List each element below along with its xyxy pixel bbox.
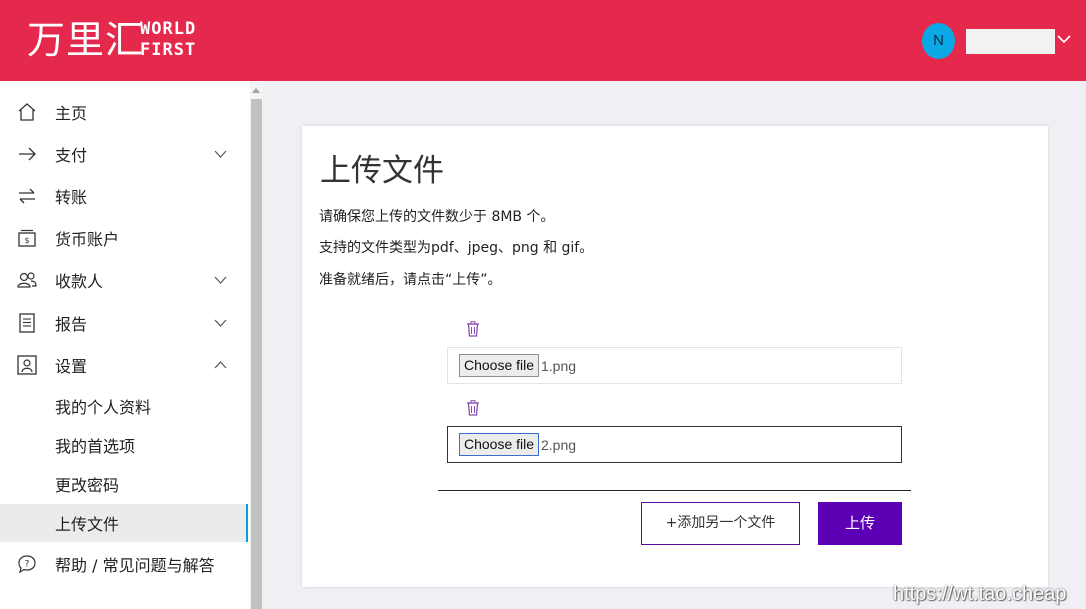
- sidebar-subitem-label: 更改密码: [55, 476, 120, 495]
- sidebar-item-label: 支付: [55, 146, 88, 165]
- document-icon: [19, 313, 35, 333]
- page-title: 上传文件: [320, 153, 444, 189]
- selected-file-name: 2.png: [541, 436, 577, 453]
- sidebar-subitem-preferences[interactable]: 我的首选项: [0, 426, 248, 464]
- trash-icon[interactable]: [466, 321, 480, 337]
- transfer-icon: [19, 188, 35, 204]
- sidebar-item-home[interactable]: 主页: [0, 91, 250, 133]
- people-icon: [17, 272, 37, 288]
- watermark-text: https://wt.tao.cheap: [893, 583, 1067, 605]
- sidebar-item-label: 帮助 / 常见问题与解答: [55, 556, 215, 575]
- arrow-right-icon: [19, 147, 36, 161]
- sidebar-item-help[interactable]: ? 帮助 / 常见问题与解答: [0, 543, 250, 585]
- help-chat-icon: ?: [18, 555, 36, 574]
- file-input-2[interactable]: Choose file 2.png: [447, 426, 902, 463]
- sidebar-subitem-label: 上传文件: [55, 515, 120, 534]
- brand-logo-en: WORLD FIRST: [140, 19, 196, 61]
- brand-logo-en-line1: WORLD: [140, 19, 197, 39]
- sidebar-item-currency-accounts[interactable]: $ 货币账户: [0, 217, 250, 259]
- chevron-down-icon[interactable]: [213, 147, 228, 161]
- selected-file-name: 1.png: [541, 357, 577, 374]
- chevron-up-icon[interactable]: [213, 358, 228, 372]
- upload-button[interactable]: 上传: [818, 502, 902, 545]
- sidebar-subitem-upload-files[interactable]: 上传文件: [0, 504, 248, 542]
- sidebar-item-label: 货币账户: [55, 230, 120, 249]
- wallet-icon: $: [18, 229, 36, 247]
- active-indicator: [246, 504, 248, 542]
- sidebar-subitem-change-password[interactable]: 更改密码: [0, 465, 248, 503]
- sidebar: 主页 支付 转账 $ 货币账户 收款人 报告 设置 我的个人资料 我的首选项 更…: [0, 81, 250, 609]
- brand-logo-en-line2: FIRST: [140, 40, 197, 60]
- sidebar-subitem-label: 我的首选项: [55, 437, 136, 456]
- upload-files-card: 上传文件 请确保您上传的文件数少于 8MB 个。 支持的文件类型为pdf、jpe…: [302, 126, 1048, 587]
- sidebar-subitem-label: 我的个人资料: [55, 398, 152, 417]
- choose-file-button[interactable]: Choose file: [459, 433, 539, 456]
- upload-types-note: 支持的文件类型为pdf、jpeg、png 和 gif。: [319, 240, 594, 256]
- sidebar-item-label: 收款人: [55, 272, 104, 291]
- trash-icon[interactable]: [466, 400, 480, 416]
- sidebar-item-label: 报告: [55, 315, 88, 334]
- brand-logo-cn[interactable]: 万里汇: [27, 18, 144, 62]
- choose-file-button[interactable]: Choose file: [459, 354, 539, 377]
- sidebar-item-label: 设置: [55, 357, 88, 376]
- chevron-down-icon[interactable]: [213, 273, 228, 287]
- sidebar-item-reports[interactable]: 报告: [0, 302, 250, 344]
- sidebar-subitem-profile[interactable]: 我的个人资料: [0, 387, 248, 425]
- user-name-field[interactable]: [966, 29, 1055, 54]
- sidebar-item-transfer[interactable]: 转账: [0, 175, 250, 217]
- divider: [438, 490, 911, 491]
- sidebar-item-label: 主页: [55, 104, 88, 123]
- upload-size-note: 请确保您上传的文件数少于 8MB 个。: [319, 209, 555, 225]
- add-another-file-button[interactable]: +添加另一个文件: [641, 502, 800, 545]
- sidebar-item-payees[interactable]: 收款人: [0, 259, 250, 301]
- svg-text:?: ?: [25, 560, 30, 570]
- chevron-down-icon[interactable]: [1055, 30, 1073, 48]
- chevron-down-icon[interactable]: [213, 316, 228, 330]
- sidebar-item-payments[interactable]: 支付: [0, 133, 250, 175]
- svg-text:$: $: [24, 236, 29, 245]
- home-icon: [18, 103, 36, 121]
- top-header: 万里汇 WORLD FIRST N: [0, 0, 1086, 81]
- scroll-up-arrow-icon[interactable]: [252, 88, 260, 93]
- sidebar-item-label: 转账: [55, 188, 88, 207]
- user-avatar[interactable]: N: [922, 23, 955, 59]
- settings-profile-icon: [17, 355, 37, 375]
- file-input-1[interactable]: Choose file 1.png: [447, 347, 902, 384]
- scrollbar-thumb[interactable]: [251, 99, 262, 609]
- sidebar-item-settings[interactable]: 设置: [0, 344, 250, 386]
- upload-instruction-note: 准备就绪后，请点击“上传”。: [319, 272, 502, 288]
